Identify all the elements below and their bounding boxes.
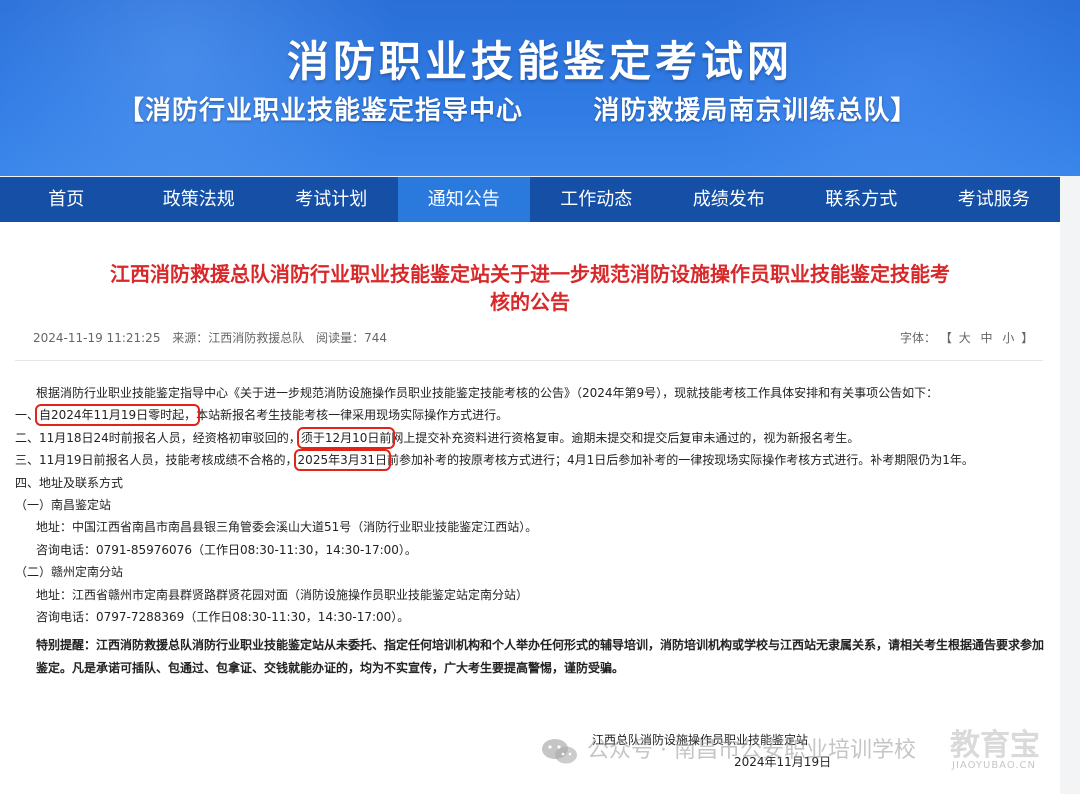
article-title-line: 核的公告 xyxy=(490,290,570,314)
font-size-large-button[interactable]: 大 xyxy=(959,331,971,345)
item-prefix: 三、11月19日前报名人员，技能考核成绩不合格的， xyxy=(15,453,298,468)
watermark-logo-sub: JIAOYUBAO.CN xyxy=(952,760,1036,771)
body-paragraph: 根据消防行业职业技能鉴定指导中心《关于进一步规范消防设施操作员职业技能鉴定技能考… xyxy=(36,386,939,400)
highlight-box: 自2024年11月19日零时起， xyxy=(35,404,201,427)
watermark-logo: 教育宝 xyxy=(950,728,1040,763)
body-paragraph: （一）南昌鉴定站 xyxy=(15,498,112,513)
article-title: 江西消防救援总队消防行业职业技能鉴定站关于进一步规范消防设施操作员职业技能鉴定技… xyxy=(60,260,1000,316)
wechat-icon xyxy=(542,739,577,764)
font-size-label: 字体： xyxy=(900,331,937,345)
main-nav: 首页 政策法规 考试计划 通知公告 工作动态 成绩发布 联系方式 考试服务 xyxy=(0,177,1060,222)
publish-datetime: 2024-11-19 11:21:25 xyxy=(33,331,161,345)
item-prefix: 一、 xyxy=(15,408,40,423)
nav-item-results[interactable]: 成绩发布 xyxy=(663,177,796,222)
body-paragraph: （二）赣州定南分站 xyxy=(15,565,124,580)
body-paragraph: 地址：江西省赣州市定南县群贤路群贤花园对面（消防设施操作员职业技能鉴定站定南分站… xyxy=(36,587,529,602)
site-banner: 消防职业技能鉴定考试网 【消防行业职业技能鉴定指导中心 消防救援局南京训练总队】 xyxy=(0,0,1080,176)
meta-divider xyxy=(15,360,1043,361)
bracket-close: 】 xyxy=(1021,331,1034,345)
nav-item-home[interactable]: 首页 xyxy=(0,177,133,222)
watermark-text: 公众号 · 南昌市公安职业培训学校 xyxy=(587,738,916,763)
watermark: 公众号 · 南昌市公安职业培训学校 xyxy=(540,732,916,766)
nav-item-news[interactable]: 工作动态 xyxy=(530,177,663,222)
highlight-box: 2025年3月31日 xyxy=(293,449,392,472)
nav-item-contact[interactable]: 联系方式 xyxy=(795,177,928,222)
font-size-control: 字体： 【 大 中 小 】 xyxy=(900,329,1033,346)
site-title: 消防职业技能鉴定考试网 xyxy=(286,37,793,86)
body-paragraph: 三、11月19日前报名人员，技能考核成绩不合格的，2025年3月31日前参加补考… xyxy=(15,449,1045,472)
item-text: 前参加补考的按原考核方式进行；4月1日后参加补考的一律按现场实际操作考核方式进行… xyxy=(387,453,974,468)
bracket-open: 【 xyxy=(939,331,952,345)
nav-item-services[interactable]: 考试服务 xyxy=(928,177,1061,222)
body-paragraph: 二、11月18日24时前报名人员，经资格初审驳回的，须于12月10日前网上提交补… xyxy=(15,426,1045,449)
nav-gutter xyxy=(1060,177,1080,222)
article-panel: 江西消防救援总队消防行业职业技能鉴定站关于进一步规范消防设施操作员职业技能鉴定技… xyxy=(0,222,1060,794)
body-paragraph: 咨询电话：0791-85976076（工作日08:30-11:30，14:30-… xyxy=(36,542,417,557)
site-subtitle: 【消防行业职业技能鉴定指导中心 消防救援局南京训练总队】 xyxy=(118,96,918,126)
article-title-line: 江西消防救援总队消防行业职业技能鉴定站关于进一步规范消防设施操作员职业技能鉴定技… xyxy=(110,262,950,286)
font-size-medium-button[interactable]: 中 xyxy=(981,331,993,345)
nav-item-notices[interactable]: 通知公告 xyxy=(397,177,530,222)
item-text: 网上提交补充资料进行资格复审。逾期未提交和提交后复审未通过的，视为新报名考生。 xyxy=(391,430,860,445)
item-text: 本站新报名考生技能考核一律采用现场实际操作方式进行。 xyxy=(196,408,509,423)
body-paragraph: 一、自2024年11月19日零时起，本站新报名考生技能考核一律采用现场实际操作方… xyxy=(15,404,1045,427)
highlight-box: 须于12月10日前 xyxy=(296,426,396,449)
article-body: 根据消防行业职业技能鉴定指导中心《关于进一步规范消防设施操作员职业技能鉴定技能考… xyxy=(15,382,1045,680)
nav-item-policy[interactable]: 政策法规 xyxy=(133,177,266,222)
warning-paragraph: 特别提醒：江西消防救援总队消防行业职业技能鉴定站从未委托、指定任何培训机构和个人… xyxy=(36,638,1045,676)
item-prefix: 二、11月18日24时前报名人员，经资格初审驳回的， xyxy=(15,430,301,445)
font-size-small-button[interactable]: 小 xyxy=(1002,331,1014,345)
read-count: 阅读量：744 xyxy=(316,331,388,345)
body-paragraph: 地址：中国江西省南昌市南昌县银三角管委会溪山大道51号（消防行业职业技能鉴定江西… xyxy=(36,520,538,535)
body-paragraph: 四、地址及联系方式 xyxy=(15,475,124,490)
article-meta: 2024-11-19 11:21:25 来源：江西消防救援总队 阅读量：744 xyxy=(33,329,395,346)
nav-item-exam-plan[interactable]: 考试计划 xyxy=(265,177,398,222)
article-source: 来源：江西消防救援总队 xyxy=(172,331,305,345)
body-paragraph: 咨询电话：0797-7288369（工作日08:30-11:30，14:30-1… xyxy=(36,610,410,625)
